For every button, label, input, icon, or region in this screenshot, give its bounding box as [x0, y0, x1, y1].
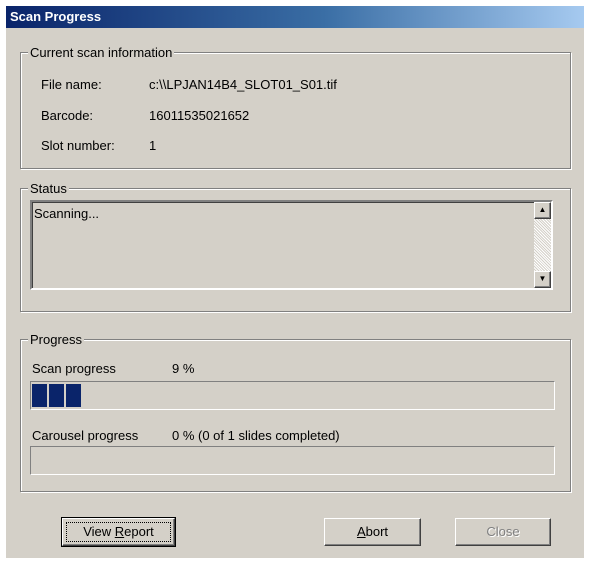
scan-progress-value: 9 %	[172, 361, 195, 376]
view-report-button[interactable]: View Report	[61, 517, 176, 547]
close-button[interactable]: Close	[455, 518, 551, 546]
progress-legend: Progress	[28, 332, 85, 347]
abort-button[interactable]: Abort	[324, 518, 421, 546]
status-scrollbar[interactable]: ▲ ▼	[534, 202, 551, 288]
slot-number-value: 1	[149, 138, 157, 153]
abort-label: Abort	[356, 524, 389, 539]
dialog-title-bar[interactable]: Scan Progress	[6, 6, 584, 28]
scan-progress-bar	[30, 381, 555, 410]
file-name-label: File name:	[41, 77, 102, 92]
close-label: Close	[486, 524, 520, 539]
slot-number-label: Slot number:	[41, 138, 115, 153]
carousel-progress-bar	[30, 446, 555, 475]
scroll-down-icon[interactable]: ▼	[534, 271, 551, 288]
carousel-progress-label: Carousel progress	[32, 428, 139, 443]
progress-group: Progress Scan progress 9 % Carousel prog…	[20, 332, 571, 492]
barcode-value: 16011535021652	[149, 108, 250, 123]
status-legend: Status	[28, 181, 69, 196]
status-text: Scanning...	[34, 206, 100, 221]
view-report-label: View Report	[83, 524, 154, 539]
scan-progress-dialog: Scan Progress Current scan information F…	[6, 6, 584, 558]
scan-info-group: Current scan information File name: c:\\…	[20, 45, 571, 169]
scan-progress-label: Scan progress	[32, 361, 116, 376]
status-group: Status Scanning... ▲ ▼	[20, 181, 571, 312]
progress-block	[49, 384, 64, 407]
file-name-value: c:\\LPJAN14B4_SLOT01_S01.tif	[149, 77, 337, 92]
scroll-up-icon[interactable]: ▲	[534, 202, 551, 219]
scan-info-legend: Current scan information	[28, 45, 175, 60]
carousel-progress-value: 0 % (0 of 1 slides completed)	[172, 428, 340, 443]
barcode-label: Barcode:	[41, 108, 94, 123]
scan-progress-fill	[32, 384, 81, 407]
progress-block	[66, 384, 81, 407]
progress-block	[32, 384, 47, 407]
status-text-area[interactable]: Scanning... ▲ ▼	[30, 200, 553, 290]
